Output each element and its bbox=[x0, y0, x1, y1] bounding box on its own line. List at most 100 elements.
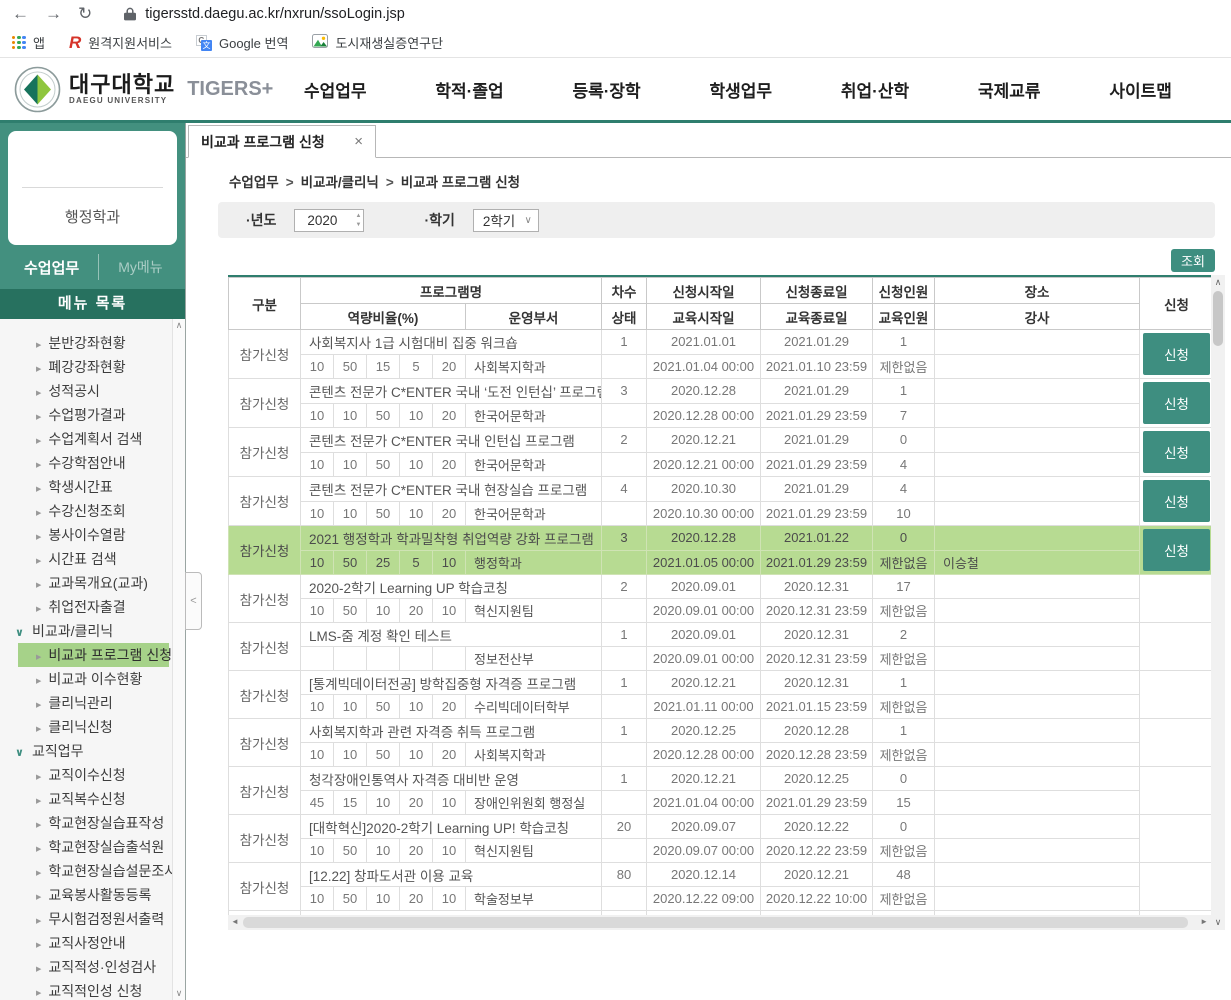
bookmark-item[interactable]: 도시재생실증연구단 bbox=[312, 33, 443, 52]
sidebar-item[interactable]: ▶취업전자출결 bbox=[0, 595, 185, 619]
sidebar-item[interactable]: ▶시간표 검색 bbox=[0, 547, 185, 571]
sidebar-group[interactable]: ∨교직업무 bbox=[0, 739, 185, 763]
close-icon[interactable]: × bbox=[354, 133, 363, 150]
sidebar-item[interactable]: ▶비교과 프로그램 신청 bbox=[18, 643, 169, 667]
scrollbar-thumb[interactable] bbox=[243, 917, 1188, 928]
sidebar-item[interactable]: ▶교직사정안내 bbox=[0, 931, 185, 955]
applicants-cell: 2 bbox=[873, 623, 935, 647]
sidebar-collapse-button[interactable]: < bbox=[185, 572, 202, 630]
tab-my-menu[interactable]: My메뉴 bbox=[118, 257, 162, 277]
ratio-cell: 10 bbox=[334, 695, 367, 719]
edu-start-cell: 2020.09.01 00:00 bbox=[647, 599, 761, 623]
sidebar-item[interactable]: ▶성적공시 bbox=[0, 379, 185, 403]
sidebar-item[interactable]: ▶수강신청조회 bbox=[0, 499, 185, 523]
sidebar-item[interactable]: ▶교직적성·인성검사 bbox=[0, 955, 185, 979]
spin-down-icon[interactable]: ▼ bbox=[355, 221, 361, 229]
apply-button[interactable]: 신청 bbox=[1143, 431, 1210, 473]
nav-item[interactable]: 학적·졸업 bbox=[435, 77, 503, 102]
apply-button[interactable]: 신청 bbox=[1143, 529, 1210, 571]
triangle-right-icon: ▶ bbox=[36, 486, 41, 493]
semester-select[interactable]: 2학기 ∨ bbox=[473, 209, 539, 232]
applicants-cell: 1 bbox=[873, 379, 935, 404]
ratio-cell: 10 bbox=[301, 743, 334, 767]
bookmark-item[interactable]: G文Google 번역 bbox=[196, 33, 288, 52]
nav-item[interactable]: 취업·산학 bbox=[841, 77, 909, 102]
apply-start-cell: 2020.09.01 bbox=[647, 623, 761, 647]
bookmark-item[interactable]: 앱 bbox=[12, 33, 45, 52]
sidebar-item[interactable]: ▶클리닉신청 bbox=[0, 715, 185, 739]
sidebar-item[interactable]: ▶수강학점안내 bbox=[0, 451, 185, 475]
nav-item[interactable]: 수업업무 bbox=[304, 77, 367, 102]
apply-button[interactable]: 신청 bbox=[1143, 480, 1210, 522]
sidebar-item[interactable]: ▶교과목개요(교과) bbox=[0, 571, 185, 595]
triangle-right-icon: ▶ bbox=[36, 582, 41, 589]
scroll-down-icon[interactable]: ∨ bbox=[1211, 917, 1225, 928]
scrollbar-thumb[interactable] bbox=[1213, 291, 1223, 346]
edu-start-cell: 2020.12.21 00:00 bbox=[647, 452, 761, 477]
vertical-scrollbar[interactable]: ∧ ∨ bbox=[1211, 275, 1225, 930]
sidebar-item[interactable]: ▶학교현장실습설문조사 bbox=[0, 859, 185, 883]
scroll-down-icon[interactable]: ∨ bbox=[173, 988, 185, 999]
tab-program-apply[interactable]: 비교과 프로그램 신청 × bbox=[188, 125, 376, 158]
dept-cell: 한국어문학과 bbox=[466, 403, 602, 428]
sidebar-item[interactable]: ▶클리닉관리 bbox=[0, 691, 185, 715]
browser-reload-icon[interactable]: ↻ bbox=[78, 4, 92, 24]
triangle-right-icon: ▶ bbox=[36, 462, 41, 469]
sidebar-item[interactable]: ▶학교현장실습출석원 bbox=[0, 835, 185, 859]
tab-course-work[interactable]: 수업업무 bbox=[24, 257, 79, 278]
browser-back-icon[interactable]: ← bbox=[12, 4, 29, 24]
bookmark-label: Google 번역 bbox=[219, 33, 288, 52]
sidebar-item[interactable]: ▶수업계획서 검색 bbox=[0, 427, 185, 451]
capacity-cell: 제한없음 bbox=[873, 695, 935, 719]
divider bbox=[98, 254, 99, 280]
bookmark-item[interactable]: R원격지원서비스 bbox=[69, 33, 172, 52]
scroll-up-icon[interactable]: ∧ bbox=[1211, 277, 1225, 288]
sidebar-item[interactable]: ▶학생시간표 bbox=[0, 475, 185, 499]
search-button[interactable]: 조회 bbox=[1171, 249, 1215, 272]
table-row: 1050102010학술정보부2020.12.22 09:002020.12.2… bbox=[229, 887, 1212, 911]
scroll-up-icon[interactable]: ∧ bbox=[173, 320, 185, 331]
sidebar-scrollbar[interactable]: ∧ ∨ bbox=[172, 319, 185, 1000]
toolbar: 조회 bbox=[186, 249, 1215, 272]
edu-start-cell: 2021.01.04 00:00 bbox=[647, 354, 761, 379]
nav-item[interactable]: 국제교류 bbox=[978, 77, 1041, 102]
apply-cell: 신청 bbox=[1140, 379, 1211, 428]
ratio-cell: 10 bbox=[367, 887, 400, 911]
sidebar-item[interactable]: ▶무시험검정원서출력 bbox=[0, 907, 185, 931]
browser-forward-icon[interactable]: → bbox=[45, 4, 62, 24]
tab-label: 비교과 프로그램 신청 bbox=[201, 132, 325, 152]
sidebar-item-label: 교직적성·인성검사 bbox=[48, 959, 156, 975]
nav-item[interactable]: 사이트맵 bbox=[1109, 77, 1172, 102]
university-logo[interactable]: 대구대학교 DAEGU UNIVERSITY TIGERS+ bbox=[14, 66, 274, 113]
breadcrumb-part[interactable]: 비교과 프로그램 신청 bbox=[401, 175, 520, 190]
horizontal-scrollbar[interactable]: ◄ ► bbox=[228, 915, 1211, 930]
spin-up-icon[interactable]: ▲ bbox=[355, 212, 361, 220]
sidebar-item[interactable]: ▶봉사이수열람 bbox=[0, 523, 185, 547]
nav-item[interactable]: 학생업무 bbox=[710, 77, 773, 102]
sidebar-item[interactable]: ▶비교과 이수현황 bbox=[0, 667, 185, 691]
sidebar-item[interactable]: ▶분반강좌현황 bbox=[0, 331, 185, 355]
program-name-cell: [대학혁신]2020-2학기 Learning UP! 학습코칭 bbox=[301, 815, 602, 839]
sidebar-group[interactable]: ∨비교과/클리닉 bbox=[0, 619, 185, 643]
sidebar-item[interactable]: ▶교육봉사활동등록 bbox=[0, 883, 185, 907]
scroll-right-icon[interactable]: ► bbox=[1200, 917, 1208, 926]
sidebar-item[interactable]: ▶교직이수신청 bbox=[0, 763, 185, 787]
apply-button[interactable]: 신청 bbox=[1143, 333, 1210, 375]
nav-item[interactable]: 등록·장학 bbox=[572, 77, 640, 102]
program-name-cell: 콘텐츠 전문가 C*ENTER 국내 인턴십 프로그램 bbox=[301, 428, 602, 453]
ratio-cell: 15 bbox=[367, 354, 400, 379]
program-name-cell: 청각장애인통역사 자격증 대비반 운영 bbox=[301, 767, 602, 791]
sidebar-item[interactable]: ▶수업평가결과 bbox=[0, 403, 185, 427]
year-input[interactable] bbox=[295, 210, 363, 231]
sidebar-item[interactable]: ▶교직복수신청 bbox=[0, 787, 185, 811]
address-bar[interactable]: tigersstd.daegu.ac.kr/nxrun/ssoLogin.jsp bbox=[124, 6, 405, 22]
status-cell bbox=[602, 403, 647, 428]
breadcrumb-part[interactable]: 수업업무 bbox=[229, 175, 279, 190]
apply-button[interactable]: 신청 bbox=[1143, 382, 1210, 424]
scroll-left-icon[interactable]: ◄ bbox=[231, 917, 239, 926]
sidebar-item[interactable]: ▶학교현장실습표작성 bbox=[0, 811, 185, 835]
breadcrumb-part[interactable]: 비교과/클리닉 bbox=[301, 175, 379, 190]
program-name-cell: 사회복지학과 관련 자격증 취득 프로그램 bbox=[301, 719, 602, 743]
sidebar-item[interactable]: ▶폐강강좌현황 bbox=[0, 355, 185, 379]
sidebar-item[interactable]: ▶교직적인성 신청 bbox=[0, 979, 185, 1000]
